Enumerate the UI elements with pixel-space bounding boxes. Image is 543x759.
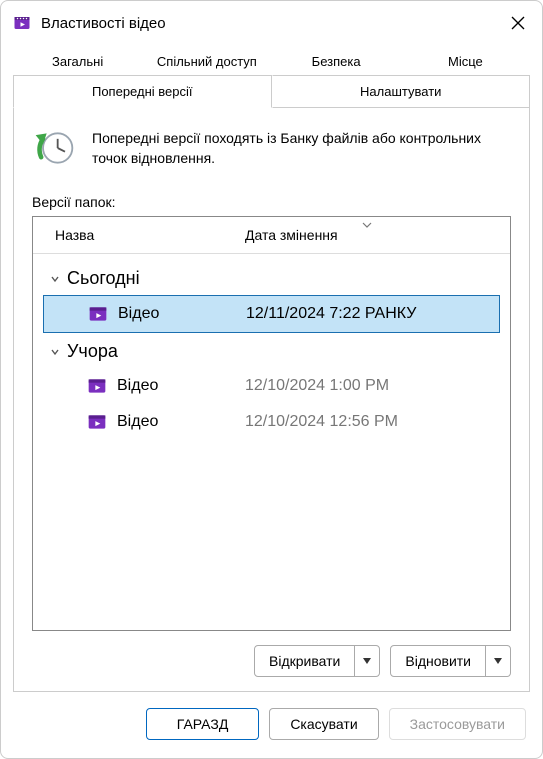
dropdown-arrow-icon [363, 654, 371, 668]
version-row[interactable]: Відео 12/11/2024 7:22 РАНКУ [43, 295, 500, 333]
open-dropdown[interactable] [354, 646, 379, 676]
group-label: Учора [67, 341, 118, 362]
row-date: 12/11/2024 7:22 РАНКУ [246, 305, 416, 323]
column-date-label: Дата змінення [245, 227, 338, 243]
video-folder-icon [13, 14, 31, 32]
chevron-down-icon [49, 273, 61, 285]
video-file-icon [88, 304, 108, 324]
row-date: 12/10/2024 1:00 PM [245, 377, 389, 395]
version-row[interactable]: Відео 12/10/2024 12:56 PM [37, 404, 506, 440]
restore-dropdown[interactable] [485, 646, 510, 676]
restore-button-label: Відновити [391, 646, 485, 676]
window-title: Властивості відео [41, 15, 494, 32]
video-file-icon [87, 376, 107, 396]
list-body: Сьогодні Відео 12/11/2024 7:22 РАНКУ Учо… [33, 254, 510, 630]
row-name: Відео [117, 377, 235, 395]
versions-label: Версії папок: [32, 194, 511, 210]
close-icon [511, 16, 525, 30]
tab-content: Попередні версії походять із Банку файлі… [13, 108, 530, 692]
row-date: 12/10/2024 12:56 PM [245, 413, 398, 431]
restore-button[interactable]: Відновити [390, 645, 511, 677]
tab-security[interactable]: Безпека [272, 47, 401, 75]
chevron-down-icon [361, 216, 373, 232]
action-buttons: Відкривати Відновити [32, 645, 511, 677]
tab-sharing[interactable]: Спільний доступ [142, 47, 271, 75]
tab-customize[interactable]: Налаштувати [272, 75, 531, 108]
close-button[interactable] [504, 9, 532, 37]
titlebar: Властивості відео [1, 1, 542, 47]
dropdown-arrow-icon [494, 654, 502, 668]
open-button[interactable]: Відкривати [254, 645, 380, 677]
group-header-today[interactable]: Сьогодні [37, 260, 506, 295]
chevron-down-icon [49, 346, 61, 358]
column-date[interactable]: Дата змінення [223, 217, 510, 253]
history-restore-icon [32, 126, 76, 170]
info-row: Попередні версії походять із Банку файлі… [32, 126, 511, 170]
dialog-footer: ГАРАЗД Скасувати Застосовувати [1, 692, 542, 758]
apply-button: Застосовувати [389, 708, 526, 740]
tab-strip: Загальні Спільний доступ Безпека Місце П… [1, 47, 542, 108]
group-header-yesterday[interactable]: Учора [37, 333, 506, 368]
ok-button[interactable]: ГАРАЗД [146, 708, 260, 740]
version-row[interactable]: Відео 12/10/2024 1:00 PM [37, 368, 506, 404]
list-header: Назва Дата змінення [33, 217, 510, 254]
cancel-button[interactable]: Скасувати [269, 708, 378, 740]
info-text: Попередні версії походять із Банку файлі… [92, 126, 511, 169]
versions-list[interactable]: Назва Дата змінення Сьогодні [32, 216, 511, 631]
properties-dialog: Властивості відео Загальні Спільний дост… [0, 0, 543, 759]
open-button-label: Відкривати [255, 646, 354, 676]
tab-location[interactable]: Місце [401, 47, 530, 75]
group-label: Сьогодні [67, 268, 140, 289]
tab-general[interactable]: Загальні [13, 47, 142, 75]
video-file-icon [87, 412, 107, 432]
column-name[interactable]: Назва [33, 217, 223, 253]
row-name: Відео [117, 413, 235, 431]
tab-previous-versions[interactable]: Попередні версії [13, 75, 272, 108]
row-name: Відео [118, 305, 236, 323]
